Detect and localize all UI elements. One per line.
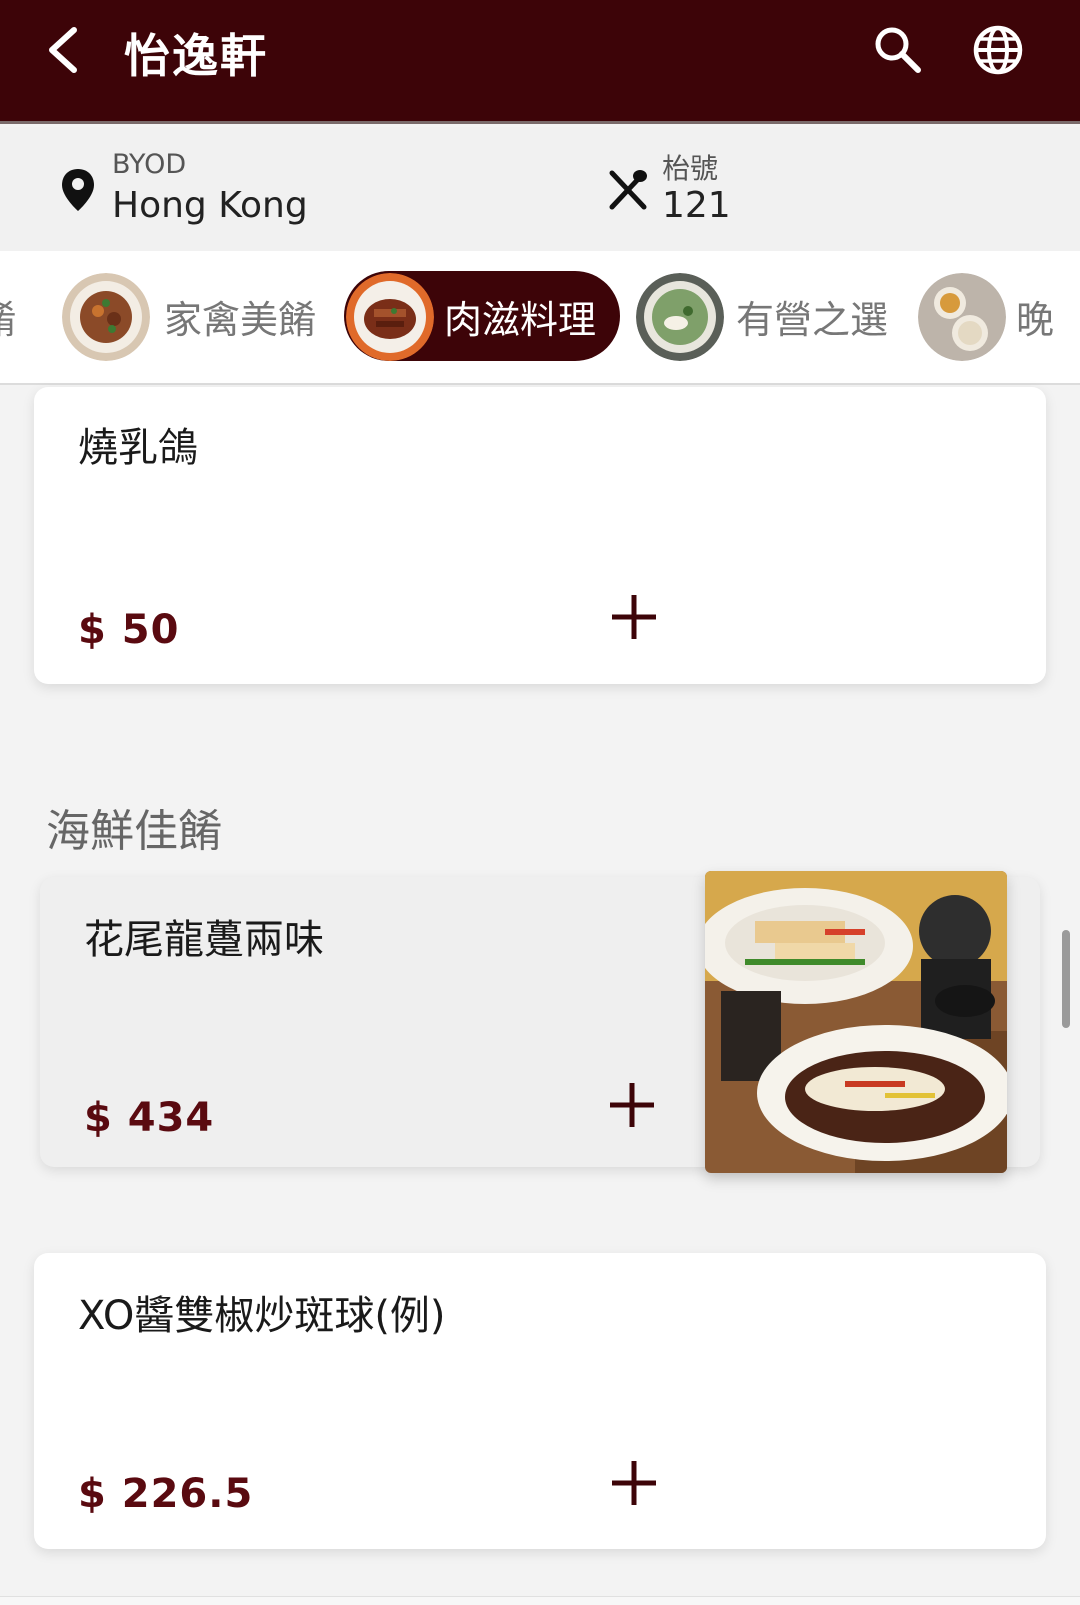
category-thumbnail [346,273,434,361]
back-button[interactable] [36,22,96,82]
menu-item-card[interactable]: 燒乳鴿 $ 50 [34,387,1046,684]
category-thumbnail [918,273,1006,361]
dish-name: XO醬雙椒炒斑球(例) [78,1293,446,1339]
tab-label: 餚 [0,289,16,344]
dish-name: 花尾龍躉兩味 [84,917,324,963]
language-button[interactable] [968,20,1028,80]
category-thumbnail [62,273,150,361]
tab-poultry[interactable]: 家禽美餚 [62,271,332,361]
globe-icon [973,25,1023,75]
add-to-cart-button[interactable] [608,1457,660,1509]
dish-name: 燒乳鴿 [78,425,198,471]
tab-label: 有營之選 [736,298,889,342]
table-number: 121 [662,185,731,226]
tab-category-partial-right[interactable]: 晚 [918,271,1080,361]
dish-price: $ 50 [78,607,180,653]
menu-item-card[interactable]: XO醬雙椒炒斑球(例) $ 226.5 [34,1253,1046,1549]
table-caption: 枱號 [662,152,719,185]
tab-label: 家禽美餚 [164,298,317,342]
order-info-bar: BYOD Hong Kong 枱號 121 [0,127,1080,251]
app-bar: 怡逸軒 [0,0,1080,124]
tab-category-partial-left[interactable]: 餚 [0,271,38,361]
location-pin-icon [62,169,94,211]
location-caption: BYOD [112,149,187,180]
tab-label: 晚 [1016,298,1055,342]
tab-meat[interactable]: 肉滋料理 [344,271,620,361]
plus-icon [610,1083,654,1127]
search-icon [875,27,921,73]
tab-label: 肉滋料理 [444,298,597,342]
plus-icon [612,595,656,639]
location-value: Hong Kong [112,185,308,226]
category-thumbnail [636,273,724,361]
search-button[interactable] [870,22,926,78]
add-to-cart-button[interactable] [608,591,660,643]
cutlery-icon [609,170,647,210]
plus-icon [612,1461,656,1505]
bottom-edge [0,1596,1080,1605]
section-title: 海鮮佳餚 [46,806,222,857]
tab-healthy[interactable]: 有營之選 [636,271,906,361]
chevron-left-icon [49,27,77,73]
dish-photo[interactable] [705,871,1007,1173]
dish-price: $ 226.5 [78,1471,254,1517]
add-to-cart-button[interactable] [606,1079,658,1131]
dish-price: $ 434 [84,1095,215,1141]
category-tabs[interactable]: 餚 家禽美餚 肉 [0,251,1080,385]
page-title: 怡逸軒 [124,29,268,83]
scrollbar-thumb[interactable] [1062,930,1070,1028]
